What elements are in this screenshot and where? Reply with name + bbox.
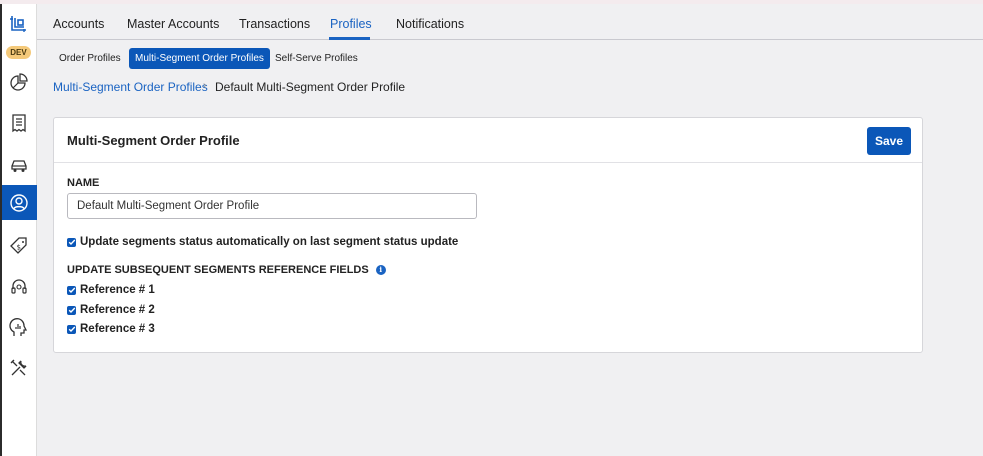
main-nav: Accounts Master Accounts Transactions Pr… — [37, 4, 983, 40]
logo-icon[interactable] — [9, 14, 29, 34]
breadcrumb-current: Default Multi-Segment Order Profile — [215, 80, 406, 94]
reference-3-checkbox[interactable] — [67, 324, 76, 334]
receipt-icon[interactable] — [7, 111, 30, 134]
tab-accounts[interactable]: Accounts — [53, 17, 104, 31]
reference-3-row[interactable]: Reference # 3 — [67, 323, 155, 335]
reference-2-checkbox[interactable] — [67, 305, 76, 315]
save-button[interactable]: Save — [867, 127, 911, 155]
info-icon[interactable]: i — [375, 265, 386, 275]
analytics-head-icon[interactable] — [7, 316, 30, 339]
svg-text:$: $ — [16, 243, 20, 251]
subtab-multi-segment-order-profiles[interactable]: Multi-Segment Order Profiles — [129, 48, 270, 69]
card-title: Multi-Segment Order Profile — [67, 133, 240, 148]
headset-icon[interactable] — [7, 275, 30, 298]
pie-chart-icon[interactable] — [7, 71, 30, 94]
sidebar: DEV $ — [0, 4, 37, 456]
auto-update-row[interactable]: Update segments status automatically on … — [67, 236, 458, 248]
auto-update-checkbox[interactable] — [67, 237, 76, 247]
tab-master-accounts[interactable]: Master Accounts — [127, 17, 219, 31]
name-label: NAME — [67, 177, 100, 189]
user-circle-icon[interactable] — [7, 191, 30, 214]
car-icon[interactable] — [7, 154, 30, 177]
card-header: Multi-Segment Order Profile Save — [54, 118, 922, 163]
tools-icon[interactable] — [7, 356, 30, 379]
price-tag-icon[interactable]: $ — [7, 234, 30, 257]
auto-update-label: Update segments status automatically on … — [80, 236, 459, 248]
breadcrumb-separator: › — [203, 80, 207, 91]
tab-profiles[interactable]: Profiles — [330, 17, 372, 31]
reference-section-heading: UPDATE SUBSEQUENT SEGMENTS REFERENCE FIE… — [67, 264, 386, 276]
reference-3-label: Reference # 3 — [80, 323, 155, 335]
reference-section-label: UPDATE SUBSEQUENT SEGMENTS REFERENCE FIE… — [67, 264, 369, 276]
environment-badge: DEV — [6, 46, 31, 59]
reference-1-checkbox[interactable] — [67, 285, 76, 295]
reference-1-row[interactable]: Reference # 1 — [67, 284, 155, 296]
tab-transactions[interactable]: Transactions — [239, 17, 310, 31]
active-tab-indicator — [329, 37, 370, 40]
subtab-self-serve-profiles[interactable]: Self-Serve Profiles — [269, 48, 364, 69]
reference-1-label: Reference # 1 — [80, 284, 155, 296]
reference-2-label: Reference # 2 — [80, 304, 155, 316]
reference-2-row[interactable]: Reference # 2 — [67, 304, 155, 316]
subtab-order-profiles[interactable]: Order Profiles — [53, 48, 127, 69]
name-input[interactable] — [67, 193, 477, 219]
tab-notifications[interactable]: Notifications — [396, 17, 464, 31]
profile-card: Multi-Segment Order Profile Save NAME Up… — [53, 117, 923, 353]
breadcrumb-parent-link[interactable]: Multi-Segment Order Profiles — [53, 80, 208, 94]
